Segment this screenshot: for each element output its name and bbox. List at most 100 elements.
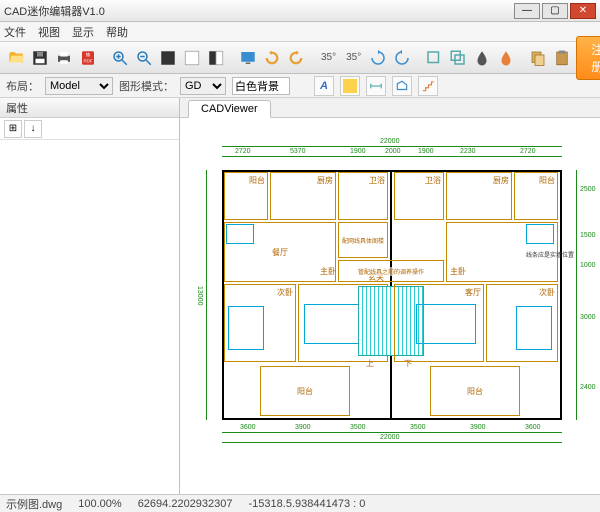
undo-icon <box>263 49 281 67</box>
svg-text:PDF: PDF <box>84 58 93 63</box>
dim-t3: 1900 <box>350 148 366 155</box>
rotate-ccw-button[interactable] <box>392 46 412 70</box>
dimension-button[interactable] <box>366 76 386 96</box>
printer-icon <box>55 49 73 67</box>
split-bg-icon <box>207 49 225 67</box>
area-icon <box>395 79 409 93</box>
dim-t4: 2000 <box>385 148 401 155</box>
bg-split-button[interactable] <box>206 46 226 70</box>
register-button[interactable]: 注册 <box>576 36 600 80</box>
room-bath-l: 卫浴 <box>369 175 385 186</box>
dim-b3: 3500 <box>350 424 366 431</box>
status-zoom: 100.00% <box>78 498 121 510</box>
rotate-cw-button[interactable] <box>368 46 388 70</box>
properties-header: 属性 <box>0 98 179 118</box>
print-button[interactable] <box>54 44 74 72</box>
categorize-button[interactable]: ⊞ <box>4 120 22 138</box>
drop-color-icon <box>497 49 515 67</box>
properties-panel: 属性 ⊞ ↓ <box>0 98 180 494</box>
close-button[interactable]: ✕ <box>570 3 596 19</box>
open-button[interactable] <box>6 44 26 72</box>
export-pdf-button[interactable]: 转PDF <box>78 44 98 72</box>
zoom-out-button[interactable] <box>134 46 154 70</box>
dim-bottom-total: 22000 <box>380 434 399 441</box>
layers-icon <box>449 49 467 67</box>
tab-cadviewer[interactable]: CADViewer <box>188 100 271 118</box>
note1: 配网线具体阁楼 <box>342 236 384 245</box>
paste-button[interactable] <box>552 46 572 70</box>
highlight-icon <box>343 79 357 93</box>
viewer-tabs: CADViewer <box>180 98 600 118</box>
clipboard-icon <box>553 49 571 67</box>
sort-icon: ↓ <box>31 123 36 134</box>
bg-dark-button[interactable] <box>158 46 178 70</box>
dim-left-total: 13000 <box>196 286 203 305</box>
dim-r1: 2500 <box>580 186 596 193</box>
menu-view[interactable]: 视图 <box>38 24 60 40</box>
room-balcony-br: 阳台 <box>467 386 483 397</box>
area-button[interactable] <box>392 76 412 96</box>
dim-top-total: 22000 <box>380 138 399 145</box>
zoom-in-icon <box>111 49 129 67</box>
sort-button[interactable]: ↓ <box>24 120 42 138</box>
bg-input[interactable] <box>232 77 290 95</box>
layer-2-button[interactable] <box>448 46 468 70</box>
maximize-button[interactable]: ▢ <box>542 3 568 19</box>
zoom-in-button[interactable] <box>110 46 130 70</box>
drawing-canvas[interactable]: 22000 2720 5370 1900 2000 1900 2230 2720… <box>180 118 600 494</box>
stair-button[interactable] <box>418 76 438 96</box>
light-bg-icon <box>183 49 201 67</box>
dim-b5: 3900 <box>470 424 486 431</box>
save-button[interactable] <box>30 44 50 72</box>
drop-icon <box>473 49 491 67</box>
text-button[interactable]: A <box>314 76 334 96</box>
dim-b2: 3900 <box>295 424 311 431</box>
menu-display[interactable]: 显示 <box>72 24 94 40</box>
room-living-r: 客厅 <box>465 287 481 298</box>
angle-2[interactable]: 35° <box>343 46 364 70</box>
redo-button[interactable] <box>286 46 306 70</box>
redo-icon <box>287 49 305 67</box>
minimize-button[interactable]: — <box>514 3 540 19</box>
rotate-ccw-icon <box>393 49 411 67</box>
menu-file[interactable]: 文件 <box>4 24 26 40</box>
layer-1-button[interactable] <box>424 46 444 70</box>
status-coord-x: 62694.2202932307 <box>138 498 233 510</box>
dim-r2: 1500 <box>580 232 596 239</box>
mode-label: 图形模式： <box>119 78 174 94</box>
menu-help[interactable]: 帮助 <box>106 24 128 40</box>
layout-select[interactable]: Model <box>45 77 113 95</box>
categorize-icon: ⊞ <box>9 123 17 134</box>
rotate-cw-icon <box>369 49 387 67</box>
floor-plan: 22000 2720 5370 1900 2000 1900 2230 2720… <box>200 146 588 482</box>
dim-t5: 1900 <box>418 148 434 155</box>
room-dining-l: 餐厅 <box>272 247 288 258</box>
pdf-icon: 转PDF <box>79 49 97 67</box>
drop-1-button[interactable] <box>472 46 492 70</box>
angle-1[interactable]: 35° <box>318 46 339 70</box>
dim-t6: 2230 <box>460 148 476 155</box>
bg-light-button[interactable] <box>182 46 202 70</box>
room-bed-bl: 次卧 <box>277 287 293 298</box>
options-bar: 布局： Model 图形模式： GD A <box>0 74 600 98</box>
dim-b4: 3500 <box>410 424 426 431</box>
room-bath-r: 卫浴 <box>425 175 441 186</box>
undo-button[interactable] <box>262 46 282 70</box>
room-kitchen-l: 厨房 <box>317 175 333 186</box>
dim-b6: 3600 <box>525 424 541 431</box>
fit-button[interactable] <box>238 46 258 70</box>
dimension-icon <box>369 79 383 93</box>
drop-2-button[interactable] <box>496 46 516 70</box>
layer-icon <box>425 49 443 67</box>
dim-t1: 2720 <box>235 148 251 155</box>
room-bed-br: 次卧 <box>539 287 555 298</box>
dim-r4: 3000 <box>580 314 596 321</box>
folder-open-icon <box>7 49 25 67</box>
mode-select[interactable]: GD <box>180 77 226 95</box>
properties-tools: ⊞ ↓ <box>0 118 179 140</box>
dim-r5: 2400 <box>580 384 596 391</box>
copy-button[interactable] <box>528 46 548 70</box>
text-icon: A <box>320 80 328 92</box>
highlight-button[interactable] <box>340 76 360 96</box>
room-balcony-tl: 阳台 <box>249 175 265 186</box>
